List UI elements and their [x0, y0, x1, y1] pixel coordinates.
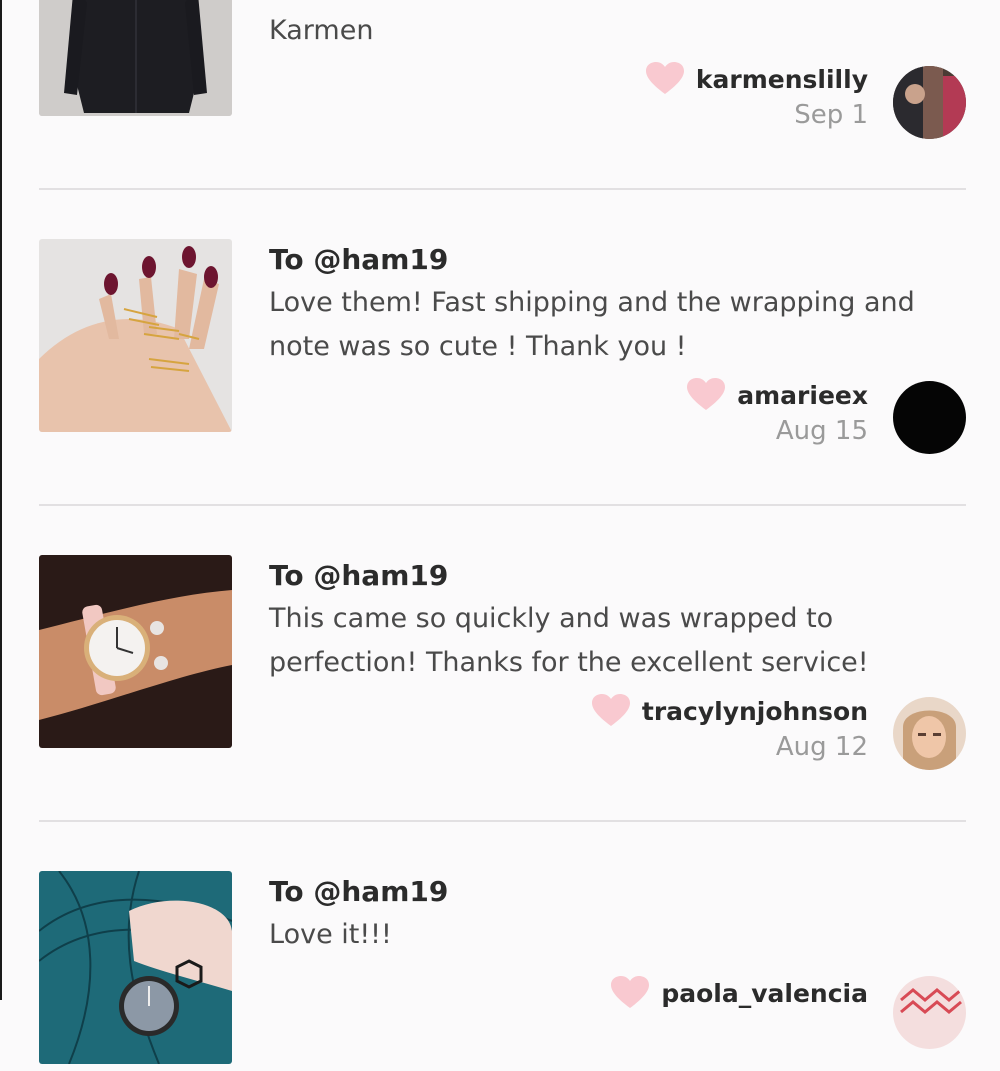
reviews-feed: Karmen karmenslilly Sep 1 To @ham19 Love… — [2, 0, 1000, 1064]
review-photo[interactable] — [39, 239, 232, 432]
review-meta: karmenslilly Sep 1 — [645, 62, 868, 130]
review-username[interactable]: amarieex — [737, 381, 868, 410]
review-meta: amarieex Aug 15 — [687, 378, 868, 446]
heart-icon[interactable] — [611, 976, 650, 1010]
review-photo[interactable] — [39, 555, 232, 748]
review-item: To @ham19 Love them! Fast shipping and t… — [2, 123, 1000, 506]
review-photo[interactable] — [39, 871, 232, 1064]
review-item: Karmen karmenslilly Sep 1 — [2, 0, 1000, 190]
review-recipient: To @ham19 — [269, 875, 449, 908]
watch-on-wrist-photo-icon — [39, 555, 232, 748]
review-recipient: To @ham19 — [269, 559, 449, 592]
review-text: Love it!!! — [269, 919, 392, 950]
review-meta: tracylynjohnson Aug 12 — [591, 694, 868, 762]
review-text: This came so quickly and was wrapped to … — [269, 603, 869, 678]
review-text: Karmen — [269, 15, 374, 46]
user-avatar-paola-valencia-icon — [893, 976, 966, 1049]
review-photo[interactable] — [39, 0, 232, 116]
review-username[interactable]: tracylynjohnson — [642, 697, 868, 726]
review-item: To @ham19 Love it!!! paola_valencia — [2, 755, 1000, 1071]
watch-peacock-photo-icon — [39, 871, 232, 1064]
review-text: Love them! Fast shipping and the wrappin… — [269, 287, 915, 362]
heart-icon[interactable] — [645, 62, 684, 96]
review-item: To @ham19 This came so quickly and was w… — [2, 439, 1000, 822]
review-meta: paola_valencia — [611, 976, 868, 1014]
user-avatar[interactable] — [893, 976, 966, 1049]
review-username[interactable]: paola_valencia — [661, 979, 868, 1008]
black-coat-photo-icon — [39, 0, 232, 116]
heart-icon[interactable] — [687, 378, 726, 412]
rings-on-hand-photo-icon — [39, 239, 232, 432]
review-recipient: To @ham19 — [269, 243, 449, 276]
heart-icon[interactable] — [591, 694, 630, 728]
review-username[interactable]: karmenslilly — [696, 65, 868, 94]
